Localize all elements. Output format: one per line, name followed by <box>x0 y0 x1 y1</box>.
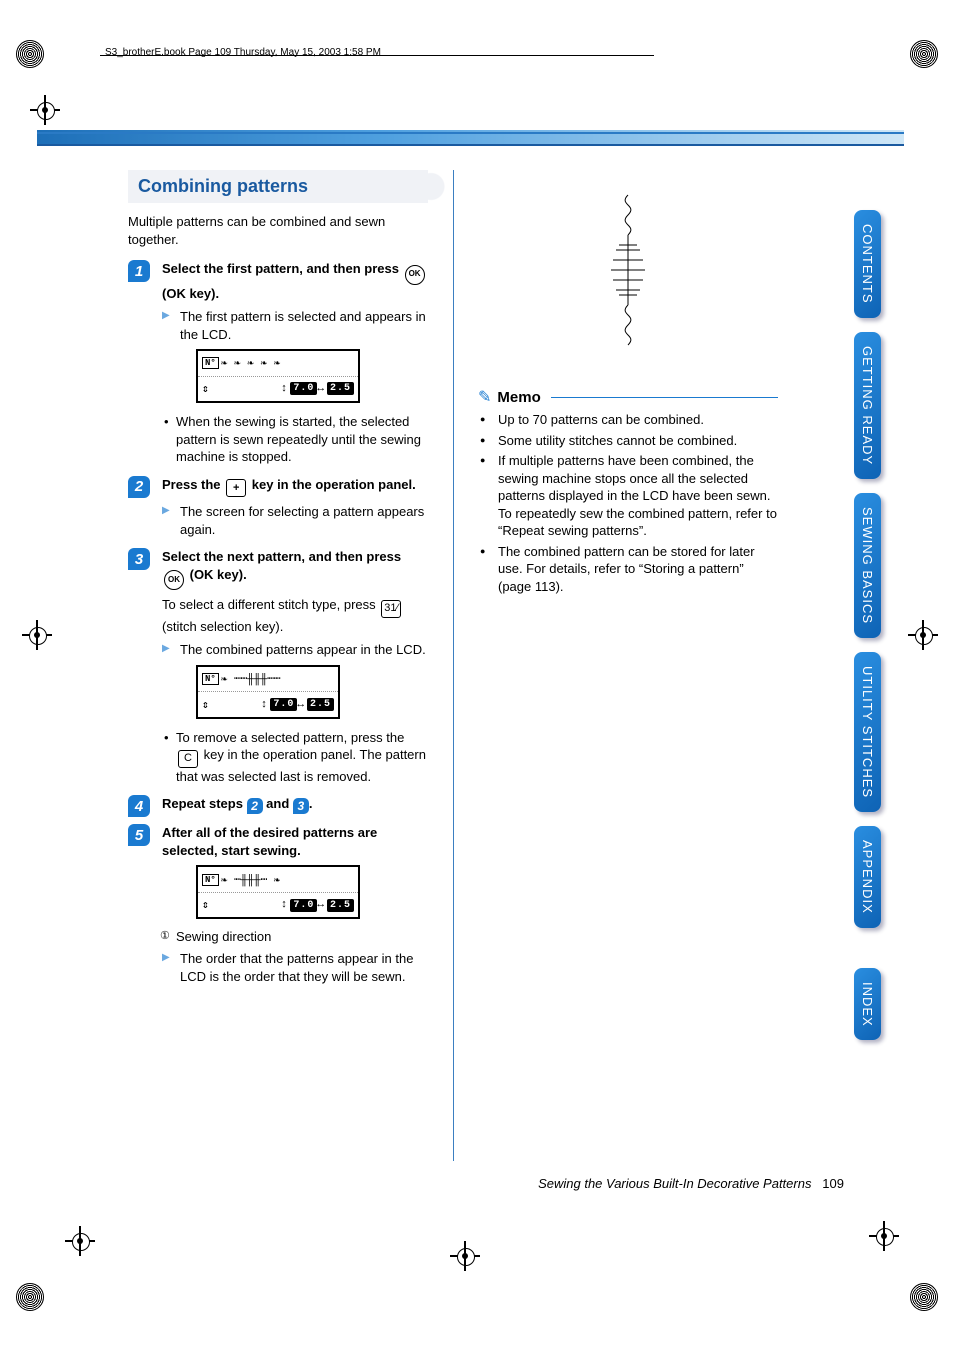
step-1-head-b: (OK key). <box>162 286 219 301</box>
tab-sewing-basics[interactable]: SEWING BASICS <box>854 493 881 638</box>
lcd-badge: N° <box>202 357 219 369</box>
step-3-bullet: To remove a selected pattern, press the … <box>162 729 428 786</box>
step-3-number: 3 <box>128 548 150 570</box>
step-5-number: 5 <box>128 824 150 846</box>
tab-appendix[interactable]: APPENDIX <box>854 826 881 928</box>
step-3-note: To select a different stitch type, press… <box>162 596 428 635</box>
step-4: 4 Repeat steps 2 and 3. <box>128 795 428 814</box>
memo-item: The combined pattern can be stored for l… <box>494 543 778 596</box>
section-title-box: Combining patterns <box>128 170 428 203</box>
lcd-val-1: 7.0 <box>270 698 297 711</box>
step-3-bullet-a: To remove a selected pattern, press the <box>176 730 404 745</box>
lcd-needle-icon: ⇕ <box>202 898 209 912</box>
tab-utility-stitches[interactable]: UTILITY STITCHES <box>854 652 881 812</box>
step-1-bullet: When the sewing is started, the selected… <box>162 413 428 466</box>
right-column: ✎ Memo Up to 70 patterns can be combined… <box>468 170 778 1151</box>
pattern-illustration <box>603 190 653 353</box>
lcd-val-1: 7.0 <box>290 382 317 395</box>
lcd-val-2: 2.5 <box>327 382 354 395</box>
memo-item: Some utility stitches cannot be combined… <box>494 432 778 450</box>
column-divider <box>453 170 454 1161</box>
step-2-head-b: key in the operation panel. <box>248 477 416 492</box>
step-1-sub: The first pattern is selected and appear… <box>162 308 428 343</box>
step-2-head: Press the + key in the operation panel. <box>162 476 428 497</box>
step-2-number: 2 <box>128 476 150 498</box>
step-5: 5 After all of the desired patterns are … <box>128 824 428 985</box>
print-reg-bottom-left <box>16 1283 44 1311</box>
step-4-number: 4 <box>128 795 150 817</box>
lcd-badge: N° <box>202 874 219 886</box>
lcd-1: N° ❧ ❧ ❧ ❧ ❧ ⇕↕7.0 ↔2.5 <box>196 349 360 403</box>
cross-reg-left-bottom <box>65 1226 95 1256</box>
step-ref-3: 3 <box>293 798 309 814</box>
cross-reg-left-mid <box>22 620 52 650</box>
step-5-caption: Sewing direction <box>162 929 428 944</box>
step-3: 3 Select the next pattern, and then pres… <box>128 548 428 785</box>
footer-title: Sewing the Various Built-In Decorative P… <box>538 1176 811 1191</box>
step-4-head-c: . <box>309 796 313 811</box>
intro-text: Multiple patterns can be combined and se… <box>128 213 428 248</box>
print-reg-top-left <box>16 40 44 68</box>
step-1-head: Select the first pattern, and then press… <box>162 260 428 302</box>
footer-page: 109 <box>822 1176 844 1191</box>
section-title: Combining patterns <box>138 176 418 197</box>
memo-box: ✎ Memo Up to 70 patterns can be combined… <box>478 383 778 595</box>
step-3-head: Select the next pattern, and then press … <box>162 548 428 590</box>
cross-reg-right-bottom <box>869 1221 899 1251</box>
memo-title: Memo <box>497 389 540 406</box>
step-2: 2 Press the + key in the operation panel… <box>128 476 428 539</box>
step-3-note-a: To select a different stitch type, press <box>162 597 379 612</box>
tab-contents[interactable]: CONTENTS <box>854 210 881 318</box>
step-ref-2: 2 <box>247 798 263 814</box>
lcd-3: N° ❧ ┉╫╫╫┉ ❧ ⇕↕7.0 ↔2.5 <box>196 865 360 919</box>
cross-reg-right <box>908 620 938 650</box>
tab-getting-ready[interactable]: GETTING READY <box>854 332 881 479</box>
cross-reg-left <box>30 95 60 125</box>
c-key-icon: C <box>178 750 198 768</box>
step-5-sub: The order that the patterns appear in th… <box>162 950 428 985</box>
step-3-note-b: (stitch selection key). <box>162 619 283 634</box>
left-column: Combining patterns Multiple patterns can… <box>128 170 438 1151</box>
stitch-key-icon: 31⁄ <box>381 600 401 618</box>
lcd-pattern-icons: ❧ ❧ ❧ ❧ ❧ <box>221 356 281 370</box>
memo-item: If multiple patterns have been combined,… <box>494 452 778 540</box>
header-filestamp: S3_brotherE.book Page 109 Thursday, May … <box>105 47 381 58</box>
print-reg-bottom-right <box>910 1283 938 1311</box>
lcd-needle-icon: ⇕ <box>202 698 209 712</box>
step-2-sub: The screen for selecting a pattern appea… <box>162 503 428 538</box>
step-4-head-a: Repeat steps <box>162 796 247 811</box>
step-3-head-b: (OK key). <box>186 567 247 582</box>
memo-list: Up to 70 patterns can be combined. Some … <box>478 411 778 595</box>
lcd-needle-icon: ⇕ <box>202 382 209 396</box>
step-3-bullet-b: key in the operation panel. The pattern … <box>176 747 426 783</box>
cross-reg-center-bottom <box>450 1241 480 1271</box>
step-3-head-a: Select the next pattern, and then press <box>162 549 401 564</box>
print-reg-top-right <box>910 40 938 68</box>
lcd-pattern-icons: ❧ ┉╫╫╫┉ ❧ <box>221 873 281 887</box>
step-4-head: Repeat steps 2 and 3. <box>162 795 428 814</box>
step-5-head: After all of the desired patterns are se… <box>162 824 428 859</box>
lcd-badge: N° <box>202 673 219 685</box>
page-footer: Sewing the Various Built-In Decorative P… <box>0 1176 844 1191</box>
pencil-icon: ✎ <box>478 387 491 407</box>
lcd-pattern-icons: ❧ ┉┉╫╫╫┉┉ <box>221 672 281 686</box>
tab-index[interactable]: INDEX <box>854 968 881 1041</box>
step-1: 1 Select the first pattern, and then pre… <box>128 260 428 466</box>
ok-key-icon: OK <box>164 570 184 590</box>
lcd-val-2: 2.5 <box>307 698 334 711</box>
page-top-rule <box>37 130 904 146</box>
memo-item: Up to 70 patterns can be combined. <box>494 411 778 429</box>
step-2-head-a: Press the <box>162 477 224 492</box>
lcd-val-1: 7.0 <box>290 899 317 912</box>
step-4-head-b: and <box>263 796 293 811</box>
side-tabs: CONTENTS GETTING READY SEWING BASICS UTI… <box>854 210 894 1054</box>
step-1-number: 1 <box>128 260 150 282</box>
content-area: Combining patterns Multiple patterns can… <box>128 170 778 1151</box>
step-3-sub: The combined patterns appear in the LCD. <box>162 641 428 659</box>
ok-key-icon: OK <box>405 265 425 285</box>
plus-key-icon: + <box>226 479 246 497</box>
lcd-val-2: 2.5 <box>327 899 354 912</box>
lcd-2: N° ❧ ┉┉╫╫╫┉┉ ⇕↕7.0 ↔2.5 <box>196 665 340 719</box>
step-1-head-a: Select the first pattern, and then press <box>162 261 403 276</box>
